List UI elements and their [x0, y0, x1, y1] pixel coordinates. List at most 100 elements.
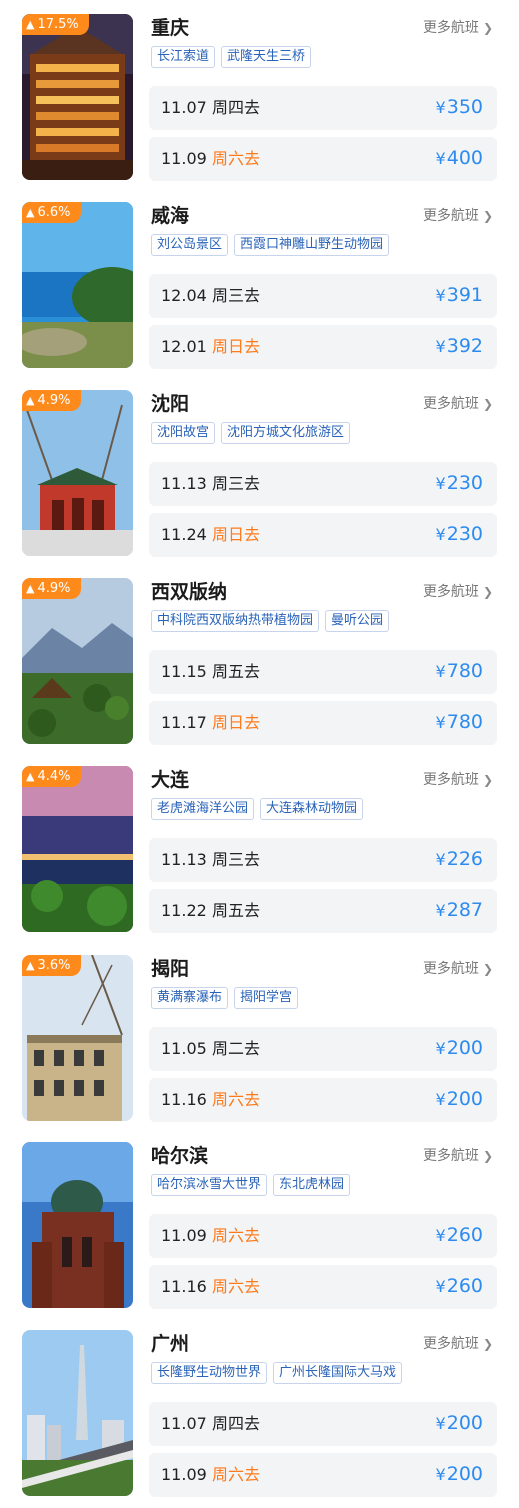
- flight-price: ¥780: [436, 659, 483, 684]
- flight-price: ¥287: [436, 898, 483, 923]
- more-flights-link[interactable]: 更多航班 ❯: [423, 1334, 493, 1354]
- flight-date: 11.09: [161, 149, 207, 168]
- chongqing-photo: [22, 14, 133, 180]
- destination-card[interactable]: ▲ 4.4% 大连 更多航班 ❯ 老虎滩海洋公园 大连森林动物园 11.13 周…: [0, 766, 519, 936]
- chevron-right-icon: ❯: [482, 962, 493, 976]
- harbin-photo: [22, 1142, 133, 1308]
- flight-option[interactable]: 11.16 周六去 ¥200: [149, 1078, 497, 1122]
- price-value: 200: [446, 1088, 483, 1110]
- popularity-badge: ▲ 3.6%: [22, 955, 81, 976]
- destination-card[interactable]: ▲ 4.9% 西双版纳 更多航班 ❯ 中科院西双版纳热带植物园 曼听公园 11.…: [0, 578, 519, 748]
- flight-option[interactable]: 12.04 周三去 ¥391: [149, 274, 497, 318]
- attraction-tag[interactable]: 刘公岛景区: [151, 234, 229, 256]
- more-flights-label: 更多航班: [422, 396, 479, 412]
- destination-card[interactable]: ▲ 3.6% 揭阳 更多航班 ❯ 黄满寨瀑布 揭阳学宫 11.05 周二去 ¥2…: [0, 955, 519, 1125]
- destination-card[interactable]: ▲ 6.6% 威海 更多航班 ❯ 刘公岛景区 西霞口神雕山野生动物园 12.04…: [0, 202, 519, 372]
- city-name: 揭阳: [151, 958, 190, 980]
- flight-date: 12.04: [161, 286, 207, 305]
- currency-symbol: ¥: [435, 713, 446, 732]
- attraction-tag[interactable]: 东北虎林园: [273, 1174, 351, 1196]
- currency-symbol: ¥: [435, 1039, 446, 1058]
- flight-option[interactable]: 11.09 周六去 ¥400: [149, 137, 497, 181]
- city-name: 重庆: [151, 17, 190, 39]
- price-value: 230: [446, 472, 483, 494]
- popularity-badge: ▲ 17.5%: [22, 14, 89, 35]
- attraction-tag[interactable]: 大连森林动物园: [260, 798, 364, 820]
- flight-option[interactable]: 11.07 周四去 ¥200: [149, 1402, 497, 1446]
- chevron-right-icon: ❯: [482, 397, 493, 411]
- destination-photo[interactable]: ▲ 4.9%: [22, 578, 133, 744]
- attraction-tag[interactable]: 哈尔滨冰雪大世界: [151, 1174, 268, 1196]
- flight-weekday: 周三去: [212, 850, 261, 869]
- city-name: 大连: [151, 769, 190, 791]
- attraction-tag[interactable]: 沈阳方城文化旅游区: [221, 422, 351, 444]
- flight-weekday: 周日去: [212, 525, 261, 544]
- attraction-tag[interactable]: 中科院西双版纳热带植物园: [151, 610, 320, 632]
- flight-option[interactable]: 11.17 周日去 ¥780: [149, 701, 497, 745]
- flight-option[interactable]: 11.13 周三去 ¥230: [149, 462, 497, 506]
- destination-card[interactable]: 哈尔滨 更多航班 ❯ 哈尔滨冰雪大世界 东北虎林园 11.09 周六去 ¥260…: [0, 1142, 519, 1312]
- attraction-tag[interactable]: 西霞口神雕山野生动物园: [234, 234, 390, 256]
- chevron-right-icon: ❯: [482, 585, 493, 599]
- attraction-tag[interactable]: 长江索道: [151, 46, 216, 68]
- destination-photo[interactable]: ▲ 4.9%: [22, 390, 133, 556]
- flight-option[interactable]: 11.07 周四去 ¥350: [149, 86, 497, 130]
- destination-card[interactable]: ▲ 4.9% 沈阳 更多航班 ❯ 沈阳故宫 沈阳方城文化旅游区 11.13 周三…: [0, 390, 519, 560]
- flight-date: 11.09: [161, 1226, 207, 1245]
- flight-option[interactable]: 11.22 周五去 ¥287: [149, 889, 497, 933]
- destination-card[interactable]: ▲ 17.5% 重庆 更多航班 ❯ 长江索道 武隆天生三桥 11.07 周四去 …: [0, 14, 519, 184]
- flight-weekday: 周日去: [212, 337, 261, 356]
- flight-option[interactable]: 11.16 周六去 ¥260: [149, 1265, 497, 1309]
- flight-option[interactable]: 12.01 周日去 ¥392: [149, 325, 497, 369]
- attraction-tag[interactable]: 黄满寨瀑布: [151, 987, 229, 1009]
- price-value: 400: [446, 147, 483, 169]
- flight-option[interactable]: 11.09 周六去 ¥260: [149, 1214, 497, 1258]
- flight-weekday: 周四去: [212, 98, 261, 117]
- more-flights-link[interactable]: 更多航班 ❯: [423, 206, 493, 226]
- attraction-tag[interactable]: 沈阳故宫: [151, 422, 216, 444]
- flight-option[interactable]: 11.15 周五去 ¥780: [149, 650, 497, 694]
- jieyang-photo: [22, 955, 133, 1121]
- destination-card[interactable]: 广州 更多航班 ❯ 长隆野生动物世界 广州长隆国际大马戏 11.07 周四去 ¥…: [0, 1330, 519, 1500]
- flight-weekday: 周五去: [212, 901, 261, 920]
- attraction-tag[interactable]: 武隆天生三桥: [221, 46, 312, 68]
- destination-photo[interactable]: ▲ 6.6%: [22, 202, 133, 368]
- flight-option[interactable]: 11.24 周日去 ¥230: [149, 513, 497, 557]
- flight-option[interactable]: 11.09 周六去 ¥200: [149, 1453, 497, 1497]
- more-flights-label: 更多航班: [422, 772, 479, 788]
- more-flights-link[interactable]: 更多航班 ❯: [423, 394, 493, 414]
- attraction-tag[interactable]: 揭阳学宫: [234, 987, 299, 1009]
- flight-date: 11.05: [161, 1039, 207, 1058]
- flight-weekday: 周五去: [212, 662, 261, 681]
- currency-symbol: ¥: [435, 525, 446, 544]
- dalian-photo: [22, 766, 133, 932]
- more-flights-link[interactable]: 更多航班 ❯: [423, 1146, 493, 1166]
- popularity-value: 17.5%: [37, 17, 79, 32]
- flight-weekday: 周三去: [212, 286, 261, 305]
- flight-option[interactable]: 11.13 周三去 ¥226: [149, 838, 497, 882]
- more-flights-link[interactable]: 更多航班 ❯: [423, 582, 493, 602]
- price-value: 260: [446, 1275, 483, 1297]
- currency-symbol: ¥: [435, 1090, 446, 1109]
- destination-photo[interactable]: ▲ 4.4%: [22, 766, 133, 932]
- attraction-tag[interactable]: 老虎滩海洋公园: [151, 798, 255, 820]
- attraction-tag[interactable]: 曼听公园: [325, 610, 390, 632]
- flight-option[interactable]: 11.05 周二去 ¥200: [149, 1027, 497, 1071]
- chevron-right-icon: ❯: [482, 1337, 493, 1351]
- destination-photo[interactable]: ▲ 3.6%: [22, 955, 133, 1121]
- popularity-badge: ▲ 4.9%: [22, 390, 81, 411]
- attraction-tag[interactable]: 长隆野生动物世界: [151, 1362, 268, 1384]
- currency-symbol: ¥: [435, 474, 446, 493]
- attraction-tag[interactable]: 广州长隆国际大马戏: [273, 1362, 403, 1384]
- more-flights-link[interactable]: 更多航班 ❯: [423, 770, 493, 790]
- destination-photo[interactable]: [22, 1142, 133, 1308]
- destination-photo[interactable]: ▲ 17.5%: [22, 14, 133, 180]
- more-flights-link[interactable]: 更多航班 ❯: [423, 959, 493, 979]
- more-flights-link[interactable]: 更多航班 ❯: [423, 18, 493, 38]
- flight-weekday: 周二去: [212, 1039, 261, 1058]
- flight-date: 11.07: [161, 98, 207, 117]
- currency-symbol: ¥: [435, 662, 446, 681]
- destination-photo[interactable]: [22, 1330, 133, 1496]
- popularity-badge: ▲ 4.9%: [22, 578, 81, 599]
- flight-date: 11.15: [161, 662, 207, 681]
